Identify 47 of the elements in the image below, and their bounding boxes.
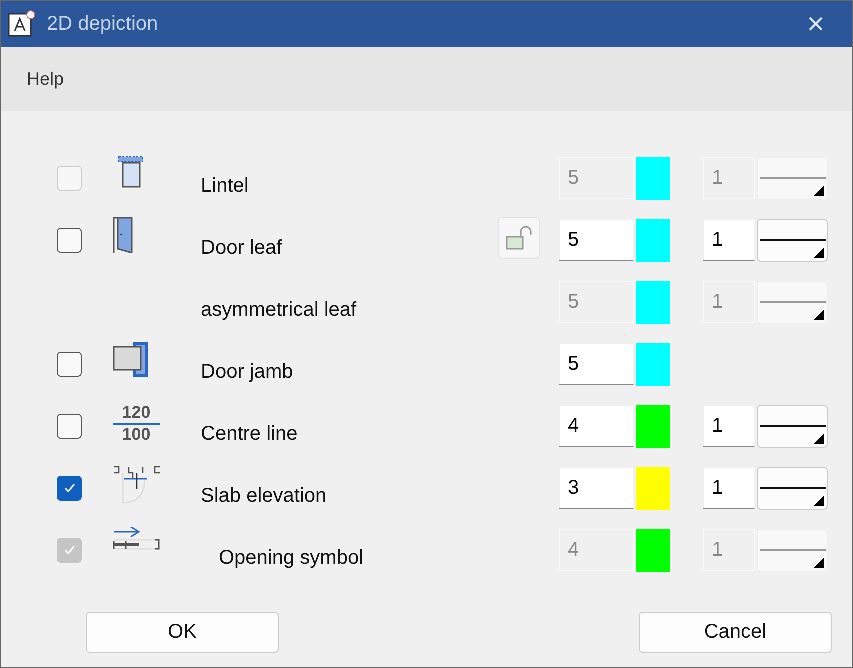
- dialog-button[interactable]: Cancel: [639, 612, 832, 653]
- color-swatch[interactable]: [636, 218, 670, 262]
- dialog-button[interactable]: OK: [86, 612, 279, 653]
- checkbox[interactable]: [57, 352, 82, 376]
- thickness-field[interactable]: 1: [703, 405, 755, 447]
- pen-field[interactable]: 5: [559, 219, 634, 261]
- close-icon[interactable]: [808, 16, 824, 32]
- row-label: asymmetrical leaf: [201, 298, 357, 322]
- color-swatch[interactable]: [636, 280, 670, 324]
- color-swatch[interactable]: [636, 528, 670, 572]
- checkbox[interactable]: [57, 476, 82, 500]
- row-label: Door jamb: [201, 360, 294, 384]
- corner-arrow-icon: [814, 496, 824, 506]
- window-title: 2D depiction: [47, 12, 160, 36]
- line-style-dropdown[interactable]: [757, 466, 828, 510]
- lock-button[interactable]: [498, 217, 540, 259]
- row-label: Door leaf: [201, 236, 282, 260]
- corner-arrow-icon: [814, 310, 824, 320]
- opening-symbol-icon: [113, 527, 161, 551]
- color-swatch[interactable]: [636, 342, 670, 386]
- row-label: Slab elevation: [201, 484, 327, 508]
- checkbox[interactable]: [57, 414, 82, 438]
- checkbox[interactable]: [57, 228, 82, 252]
- corner-arrow-icon: [814, 248, 824, 258]
- row-label: Centre line: [201, 422, 298, 446]
- door-icon: [113, 217, 135, 253]
- check-icon: [62, 543, 76, 557]
- thickness-field[interactable]: 1: [703, 467, 755, 509]
- thickness-field[interactable]: 1: [703, 219, 755, 261]
- color-swatch[interactable]: [636, 404, 670, 448]
- color-swatch[interactable]: [636, 466, 670, 510]
- pen-field[interactable]: 4: [559, 405, 634, 447]
- line-style-dropdown[interactable]: [757, 218, 828, 262]
- row-label: Lintel: [201, 174, 249, 198]
- check-icon: [62, 481, 76, 495]
- color-swatch[interactable]: [636, 156, 670, 200]
- slab-elevation-icon: [113, 465, 161, 505]
- corner-arrow-icon: [814, 186, 824, 196]
- pen-field[interactable]: 5: [559, 343, 634, 385]
- corner-arrow-icon: [814, 558, 824, 568]
- padlock-icon: [506, 226, 532, 250]
- menu-item[interactable]: Help: [27, 68, 64, 90]
- line-style-dropdown[interactable]: [757, 404, 828, 448]
- row-label: Opening symbol: [219, 546, 364, 570]
- app-icon: [7, 10, 35, 38]
- pen-field[interactable]: 3: [559, 467, 634, 509]
- corner-arrow-icon: [814, 434, 824, 444]
